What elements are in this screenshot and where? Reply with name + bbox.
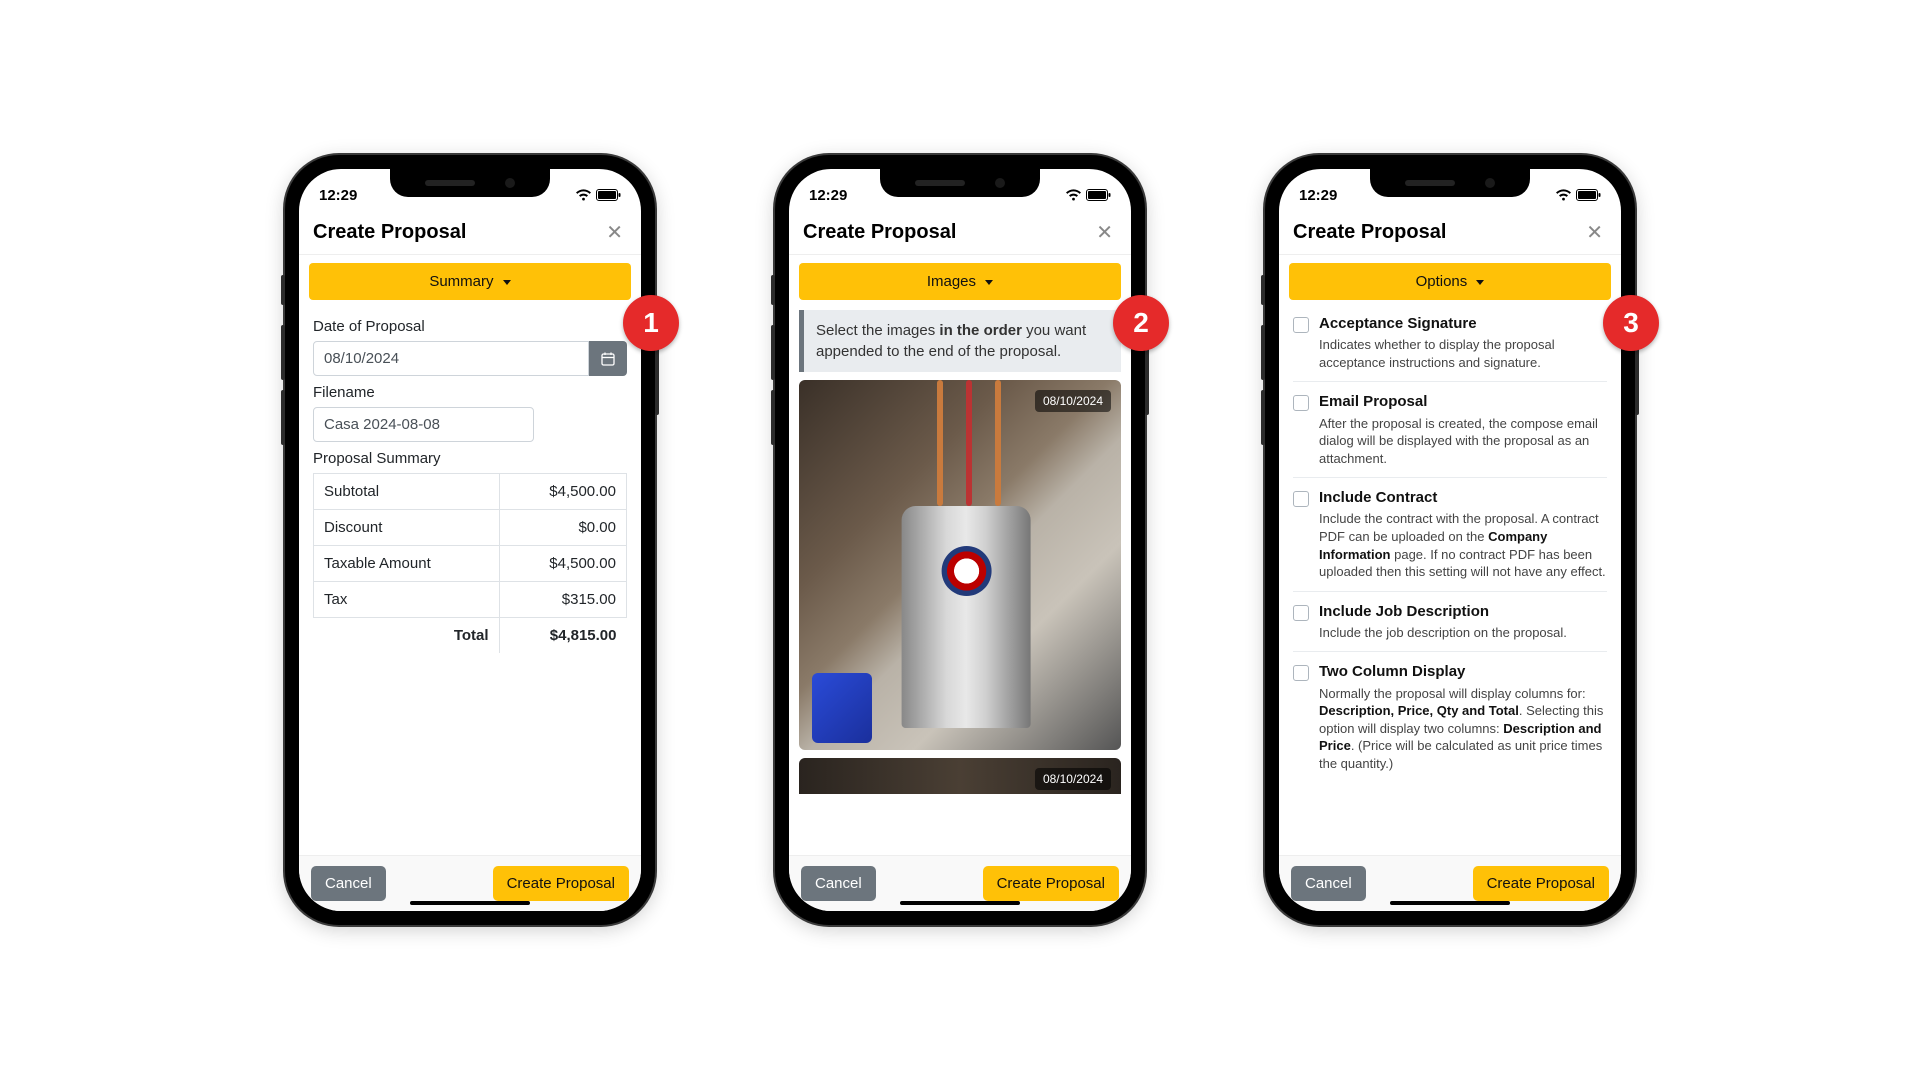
image-item-1[interactable]: 08/10/2024: [799, 380, 1121, 750]
tab-options[interactable]: Options: [1289, 263, 1611, 300]
calendar-button[interactable]: [589, 341, 627, 376]
status-time: 12:29: [809, 187, 847, 204]
phone-notch: [390, 169, 550, 197]
option-include-job-description: Include Job Description Include the job …: [1293, 592, 1607, 653]
option-desc: Include the job description on the propo…: [1319, 625, 1567, 640]
total-label: Total: [314, 618, 500, 654]
table-row: Discount$0.00: [314, 510, 627, 546]
calendar-icon: [600, 351, 616, 367]
wifi-icon: [575, 189, 592, 202]
modal-title: Create Proposal: [313, 221, 466, 244]
date-label: Date of Proposal: [313, 318, 627, 335]
checkbox[interactable]: [1293, 605, 1309, 621]
row-label: Subtotal: [314, 474, 500, 510]
water-heater-illustration: [902, 506, 1031, 728]
checkbox[interactable]: [1293, 491, 1309, 507]
image-item-2[interactable]: 08/10/2024: [799, 758, 1121, 794]
checkbox[interactable]: [1293, 317, 1309, 333]
status-time: 12:29: [319, 187, 357, 204]
phone-side-button: [281, 325, 285, 380]
home-indicator: [900, 901, 1020, 905]
date-input[interactable]: [313, 341, 589, 376]
step-badge-2: 2: [1113, 295, 1169, 351]
table-row: Subtotal$4,500.00: [314, 474, 627, 510]
battery-icon: [1086, 189, 1111, 202]
summary-label: Proposal Summary: [313, 450, 627, 467]
phone-side-button: [771, 390, 775, 445]
phone-side-button: [1261, 275, 1265, 305]
option-title: Email Proposal: [1319, 392, 1607, 412]
cancel-button[interactable]: Cancel: [801, 866, 876, 901]
close-icon[interactable]: ✕: [1582, 223, 1607, 243]
total-row: Total$4,815.00: [314, 618, 627, 654]
modal-title: Create Proposal: [1293, 221, 1446, 244]
filename-label: Filename: [313, 384, 627, 401]
phone-side-button: [771, 275, 775, 305]
row-label: Discount: [314, 510, 500, 546]
phone-mockup-2: 2 12:29 Create Proposal ✕ Images Select …: [775, 155, 1145, 925]
status-time: 12:29: [1299, 187, 1337, 204]
option-desc: Indicates whether to display the proposa…: [1319, 337, 1555, 370]
option-include-contract: Include Contract Include the contract wi…: [1293, 478, 1607, 591]
cancel-button[interactable]: Cancel: [1291, 866, 1366, 901]
home-indicator: [410, 901, 530, 905]
filename-input[interactable]: [313, 407, 534, 442]
option-two-column-display: Two Column Display Normally the proposal…: [1293, 652, 1607, 782]
battery-icon: [1576, 189, 1601, 202]
total-value: $4,815.00: [499, 618, 626, 654]
option-desc: After the proposal is created, the compo…: [1319, 416, 1598, 466]
step-badge-3: 3: [1603, 295, 1659, 351]
tab-label: Summary: [429, 273, 493, 290]
step-badge-1: 1: [623, 295, 679, 351]
phone-side-button: [1261, 390, 1265, 445]
images-instruction: Select the images in the order you want …: [799, 310, 1121, 372]
phone-side-button: [1261, 325, 1265, 380]
tab-summary[interactable]: Summary: [309, 263, 631, 300]
cancel-button[interactable]: Cancel: [311, 866, 386, 901]
close-icon[interactable]: ✕: [1092, 223, 1117, 243]
phone-side-button: [281, 275, 285, 305]
tab-images[interactable]: Images: [799, 263, 1121, 300]
wifi-icon: [1065, 189, 1082, 202]
option-title: Include Job Description: [1319, 602, 1607, 622]
phone-notch: [1370, 169, 1530, 197]
checkbox[interactable]: [1293, 665, 1309, 681]
create-proposal-button[interactable]: Create Proposal: [983, 866, 1119, 901]
tab-label: Options: [1416, 273, 1468, 290]
battery-icon: [596, 189, 621, 202]
row-label: Tax: [314, 582, 500, 618]
row-label: Taxable Amount: [314, 546, 500, 582]
phone-notch: [880, 169, 1040, 197]
phone-mockup-3: 3 12:29 Create Proposal ✕ Options Accept…: [1265, 155, 1635, 925]
table-row: Tax$315.00: [314, 582, 627, 618]
row-value: $315.00: [499, 582, 626, 618]
checkbox[interactable]: [1293, 395, 1309, 411]
summary-table: Subtotal$4,500.00 Discount$0.00 Taxable …: [313, 473, 627, 653]
create-proposal-button[interactable]: Create Proposal: [493, 866, 629, 901]
phone-side-button: [771, 325, 775, 380]
table-row: Taxable Amount$4,500.00: [314, 546, 627, 582]
create-proposal-button[interactable]: Create Proposal: [1473, 866, 1609, 901]
phone-mockup-1: 1 12:29 Create Proposal ✕ Summary Date o…: [285, 155, 655, 925]
close-icon[interactable]: ✕: [602, 223, 627, 243]
image-date-badge: 08/10/2024: [1035, 390, 1111, 412]
home-indicator: [1390, 901, 1510, 905]
row-value: $0.00: [499, 510, 626, 546]
option-title: Acceptance Signature: [1319, 314, 1607, 334]
option-email-proposal: Email Proposal After the proposal is cre…: [1293, 382, 1607, 478]
option-title: Include Contract: [1319, 488, 1607, 508]
image-date-badge: 08/10/2024: [1035, 768, 1111, 790]
option-title: Two Column Display: [1319, 662, 1607, 682]
wifi-icon: [1555, 189, 1572, 202]
tab-label: Images: [927, 273, 976, 290]
modal-title: Create Proposal: [803, 221, 956, 244]
phone-side-button: [281, 390, 285, 445]
option-acceptance-signature: Acceptance Signature Indicates whether t…: [1293, 304, 1607, 382]
row-value: $4,500.00: [499, 474, 626, 510]
row-value: $4,500.00: [499, 546, 626, 582]
